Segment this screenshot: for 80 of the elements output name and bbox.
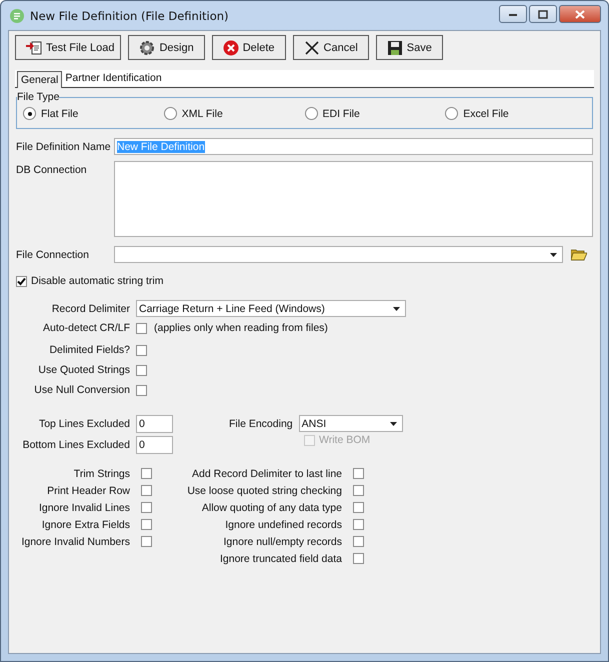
checkbox[interactable] (353, 468, 364, 479)
number-field[interactable]: 0 (136, 436, 173, 454)
checkbox[interactable] (136, 344, 147, 356)
maximize-icon (538, 10, 548, 18)
checkbox-label: Print Header Row (46, 484, 130, 496)
delete-icon (222, 40, 239, 56)
checkbox-label: Ignore null/empty records (222, 536, 342, 548)
gear-icon (139, 40, 156, 56)
checkbox-label: Use loose quoted string checking (186, 484, 342, 496)
checkbox[interactable] (141, 519, 152, 530)
checkbox[interactable] (353, 485, 364, 496)
number-field[interactable]: 0 (136, 415, 173, 433)
checkbox-label: Ignore Invalid Numbers (20, 536, 130, 548)
checkbox-label: Write BOM (319, 434, 370, 446)
checkbox-label: Ignore undefined records (224, 518, 342, 530)
toolbar-button[interactable]: Test File Load (15, 35, 122, 60)
checkbox-label: Ignore Extra Fields (40, 518, 130, 530)
checkbox[interactable] (353, 553, 364, 564)
minimize-icon (508, 11, 518, 17)
checkbox[interactable] (141, 502, 152, 513)
radio-label: XML File (182, 108, 223, 120)
tab[interactable]: General (17, 71, 62, 88)
group-title: File Type (17, 91, 60, 103)
checkbox-label: Trim Strings (72, 468, 130, 480)
document-arrow-icon (26, 40, 42, 56)
field-label: File Definition Name (16, 140, 112, 152)
field-label: DB Connection (16, 164, 88, 176)
toolbar-button[interactable]: Delete (212, 35, 286, 60)
radio-label: EDI File (322, 108, 360, 120)
checkbox-label: Ignore Invalid Lines (38, 502, 130, 514)
checkbox[interactable] (353, 502, 364, 513)
file-connection-dropdown[interactable] (114, 246, 563, 263)
radio-label: Excel File (463, 108, 509, 120)
checkbox[interactable] (353, 519, 364, 530)
caret-icon (550, 252, 557, 256)
field-label: File Connection (16, 248, 90, 260)
checkbox[interactable] (136, 364, 147, 376)
checkbox[interactable] (136, 384, 147, 396)
maximize-button[interactable] (529, 5, 557, 23)
checkbox[interactable] (141, 485, 152, 496)
checkbox[interactable] (141, 468, 152, 479)
window-title: New File Definition (File Definition) (30, 8, 229, 22)
close-button[interactable] (559, 5, 601, 23)
radio-button[interactable] (164, 107, 177, 120)
checkbox-label: Delimited Fields? (48, 344, 130, 356)
radio-button[interactable] (23, 107, 36, 120)
folder-icon[interactable] (571, 248, 587, 261)
db-connection-field[interactable] (114, 161, 593, 237)
save-icon (386, 40, 403, 56)
file-encoding-dropdown[interactable]: ANSI (298, 415, 403, 432)
checkbox[interactable] (141, 536, 152, 547)
minimize-button[interactable] (499, 5, 527, 23)
record-delimiter-dropdown[interactable]: Carriage Return + Line Feed (Windows) (136, 300, 406, 317)
radio-label: Flat File (41, 108, 78, 120)
checkbox-label: Add Record Delimiter to last line (191, 468, 342, 480)
checkbox-label: Use Quoted Strings (37, 364, 130, 376)
field-label: File Encoding (229, 418, 293, 430)
toolbar-button[interactable]: Cancel (292, 35, 369, 60)
caret-icon (393, 306, 400, 310)
field-label: Bottom Lines Excluded (22, 439, 130, 451)
checkbox[interactable] (136, 322, 147, 334)
radio-button[interactable] (304, 107, 318, 120)
caret-icon (390, 422, 397, 426)
checkbox[interactable] (353, 536, 364, 547)
close-icon (575, 10, 585, 18)
toolbar-button[interactable]: Save (376, 35, 443, 60)
checkbox[interactable] (16, 276, 27, 286)
field-label: Top Lines Excluded (38, 418, 130, 430)
cross-icon (304, 40, 320, 56)
toolbar-button[interactable]: Design (128, 35, 205, 60)
radio-button[interactable] (445, 107, 458, 120)
checkbox-label: Disable automatic string trim (31, 275, 164, 287)
checkbox-label: Allow quoting of any data type (200, 502, 342, 514)
field-label: Record Delimiter (50, 302, 130, 314)
checkbox-label: Use Null Conversion (33, 384, 130, 396)
checkbox-label: Auto-detect CR/LF (42, 322, 130, 334)
hint-text: (applies only when reading from files) (154, 322, 328, 334)
app-icon (10, 8, 24, 22)
checkbox-label: Ignore truncated field data (218, 552, 342, 564)
tab[interactable]: Partner Identification (62, 70, 165, 87)
